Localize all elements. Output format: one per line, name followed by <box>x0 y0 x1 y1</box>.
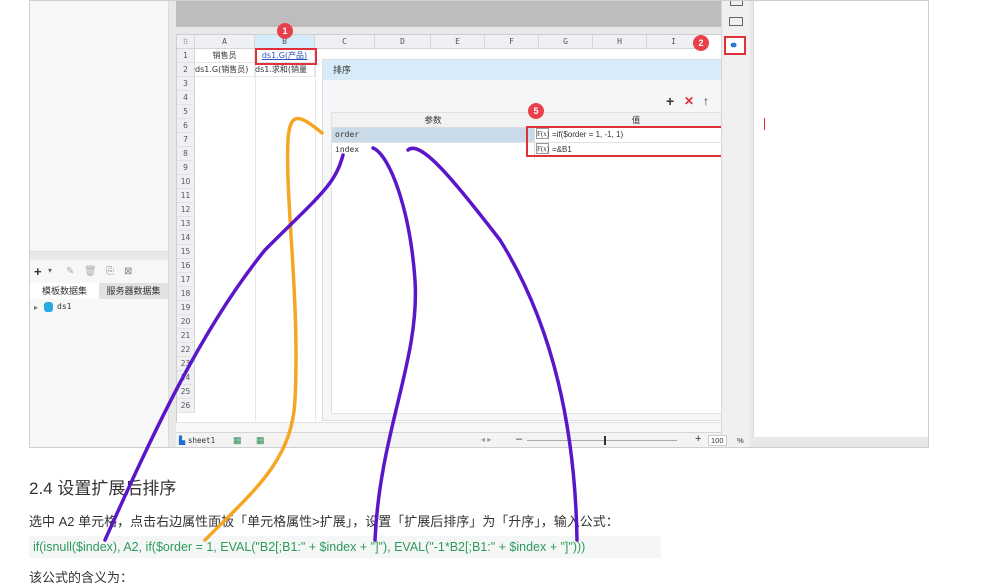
annotation-purple-stroke <box>406 146 579 542</box>
annotation-strokes <box>103 116 579 542</box>
annotation-purple-stroke <box>103 153 345 542</box>
annotation-purple-stroke <box>371 146 418 542</box>
annotation-orange-stroke <box>203 116 324 542</box>
